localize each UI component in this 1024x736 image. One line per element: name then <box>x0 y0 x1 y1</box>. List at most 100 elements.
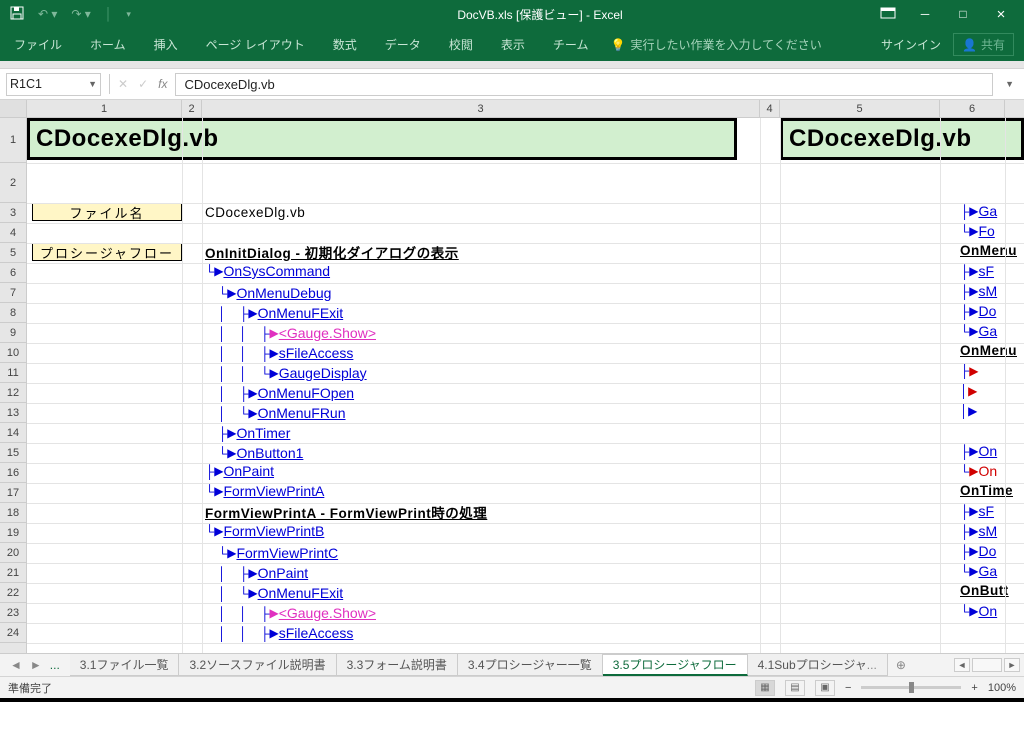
tree-node[interactable]: │ │ ├▶ sFileAccess <box>205 623 353 642</box>
tree-node[interactable]: └▶ FormViewPrintA <box>205 483 324 499</box>
tree-node[interactable]: └▶ Ga <box>960 563 997 579</box>
scroll-track[interactable] <box>972 658 1002 672</box>
row-header[interactable]: 15 <box>0 443 26 463</box>
select-all-corner[interactable] <box>0 100 27 117</box>
row-header[interactable]: 17 <box>0 483 26 503</box>
formula-bar[interactable]: CDocexeDlg.vb <box>175 73 993 96</box>
sheet-tab[interactable]: 3.2ソースファイル説明書 <box>179 654 336 676</box>
zoom-in-button[interactable]: + <box>971 682 977 694</box>
tree-node[interactable]: │ │ ├▶ <Gauge.Show> <box>205 323 376 342</box>
worksheet-grid[interactable]: 1 2 3 4 5 6 1234567891011121314151617181… <box>0 100 1024 653</box>
col-header[interactable]: 2 <box>182 100 202 117</box>
save-icon[interactable] <box>10 6 24 23</box>
row-header[interactable]: 7 <box>0 283 26 303</box>
ribbon-tab-team[interactable]: チーム <box>539 28 603 61</box>
minimize-icon[interactable]: ─ <box>916 7 934 21</box>
view-pagelayout-icon[interactable]: ▤ <box>785 680 805 696</box>
zoom-level[interactable]: 100% <box>988 682 1016 694</box>
row-header[interactable]: 16 <box>0 463 26 483</box>
ribbon-tab-file[interactable]: ファイル <box>0 28 76 61</box>
section-header[interactable]: FormViewPrintA - FormViewPrint時の処理 <box>205 503 735 521</box>
tree-node[interactable]: │ └▶ OnMenuFExit <box>205 583 343 602</box>
tab-nav-more[interactable]: ... <box>50 658 60 672</box>
row-header[interactable]: 1 <box>0 118 26 163</box>
col-header[interactable]: 6 <box>940 100 1005 117</box>
row-header[interactable]: 14 <box>0 423 26 443</box>
tree-node[interactable]: └▶ OnSysCommand <box>205 263 330 279</box>
add-sheet-button[interactable]: ⊕ <box>888 654 914 676</box>
section-header[interactable]: OnInitDialog - 初期化ダイアログの表示 <box>205 243 735 261</box>
col-header[interactable]: 5 <box>780 100 940 117</box>
tree-node[interactable]: └▶ Fo <box>960 223 995 239</box>
sheet-tab[interactable]: 3.3フォーム説明書 <box>337 654 458 676</box>
tree-node[interactable]: └▶ OnMenuDebug <box>205 283 331 302</box>
tree-node[interactable]: └▶ OnButton1 <box>205 443 303 462</box>
row-header[interactable]: 2 <box>0 163 26 203</box>
row-header[interactable]: 5 <box>0 243 26 263</box>
close-icon[interactable]: × <box>992 6 1010 23</box>
sheet-tab[interactable]: 3.4プロシージャー一覧 <box>458 654 603 676</box>
sheet-tab[interactable]: 3.1ファイル一覧 <box>70 654 180 676</box>
signin-link[interactable]: サインイン <box>881 36 941 53</box>
col-header[interactable]: 1 <box>27 100 182 117</box>
tree-node[interactable]: ├▶ sF <box>960 503 994 519</box>
horizontal-scrollbar[interactable]: ◄ ► <box>914 654 1024 676</box>
section-header[interactable]: OnMenu <box>960 243 1017 258</box>
row-header[interactable]: 6 <box>0 263 26 283</box>
row-header[interactable]: 21 <box>0 563 26 583</box>
row-header[interactable]: 18 <box>0 503 26 523</box>
view-pagebreak-icon[interactable]: ▣ <box>815 680 835 696</box>
share-button[interactable]: 👤 共有 <box>953 33 1014 56</box>
enter-formula-icon[interactable]: ✓ <box>138 77 148 91</box>
tree-node[interactable]: ├▶ sM <box>960 523 997 539</box>
section-header[interactable]: OnButt <box>960 583 1009 598</box>
scroll-left-icon[interactable]: ◄ <box>954 658 970 672</box>
tree-node[interactable]: ├▶ OnTimer <box>205 423 290 442</box>
tree-node[interactable]: └▶ FormViewPrintB <box>205 523 324 539</box>
undo-icon[interactable]: ↶ ▾ <box>38 7 57 21</box>
redo-icon[interactable]: ↷ ▾ <box>71 7 90 21</box>
tree-node[interactable]: │ │ ├▶ <Gauge.Show> <box>205 603 376 622</box>
sheet-tab[interactable]: 4.1Subプロシージャ ... <box>748 654 888 676</box>
tab-nav[interactable]: ◄ ► ... <box>0 654 70 676</box>
tree-node[interactable]: │ │ └▶ GaugeDisplay <box>205 363 367 382</box>
tell-me-search[interactable]: 💡 実行したい作業を入力してください <box>610 36 821 53</box>
view-normal-icon[interactable]: ▦ <box>755 680 775 696</box>
ribbon-tab-review[interactable]: 校閲 <box>435 28 487 61</box>
row-header[interactable]: 12 <box>0 383 26 403</box>
tree-node[interactable]: │ ├▶ OnMenuFOpen <box>205 383 354 402</box>
row-header[interactable]: 24 <box>0 623 26 643</box>
tree-node[interactable]: │▶ <box>960 403 977 418</box>
tree-node[interactable]: └▶ Ga <box>960 323 997 339</box>
row-header[interactable]: 23 <box>0 603 26 623</box>
section-header[interactable]: OnMenu <box>960 343 1017 358</box>
tree-node[interactable]: ├▶ On <box>960 443 997 459</box>
row-header[interactable]: 11 <box>0 363 26 383</box>
label-filename[interactable]: ファイル名 <box>32 203 182 221</box>
ribbon-tab-data[interactable]: データ <box>371 28 435 61</box>
row-header[interactable]: 4 <box>0 223 26 243</box>
ribbon-tab-insert[interactable]: 挿入 <box>140 28 192 61</box>
sheet-tab-active[interactable]: 3.5プロシージャフロー <box>603 654 748 676</box>
tree-node[interactable]: │ └▶ OnMenuFRun <box>205 403 346 422</box>
fx-icon[interactable]: fx <box>158 77 167 91</box>
tab-nav-next-icon[interactable]: ► <box>30 658 42 672</box>
tree-node[interactable]: │ ├▶ OnPaint <box>205 563 308 582</box>
tree-node[interactable]: └▶ On <box>960 463 997 479</box>
ribbon-tab-pagelayout[interactable]: ページ レイアウト <box>192 28 319 61</box>
tree-node[interactable]: ├▶ <box>960 363 978 378</box>
cells-area[interactable]: CDocexeDlg.vb CDocexeDlg.vb ファイル名 CDocex… <box>27 118 1024 653</box>
ribbon-tab-view[interactable]: 表示 <box>487 28 539 61</box>
tree-node[interactable]: └▶ On <box>960 603 997 619</box>
tab-nav-first-icon[interactable]: ◄ <box>10 658 22 672</box>
col-header[interactable]: 4 <box>760 100 780 117</box>
tree-node[interactable]: ├▶ Ga <box>960 203 997 219</box>
zoom-out-button[interactable]: − <box>845 682 851 694</box>
tree-node[interactable]: ├▶ Do <box>960 303 996 319</box>
tree-node[interactable]: ├▶ OnPaint <box>205 463 274 479</box>
value-filename[interactable]: CDocexeDlg.vb <box>205 203 505 221</box>
row-header[interactable]: 19 <box>0 523 26 543</box>
zoom-slider[interactable] <box>861 686 961 689</box>
tree-node[interactable]: │ ├▶ OnMenuFExit <box>205 303 343 322</box>
tree-node[interactable]: │▶ <box>960 383 977 398</box>
